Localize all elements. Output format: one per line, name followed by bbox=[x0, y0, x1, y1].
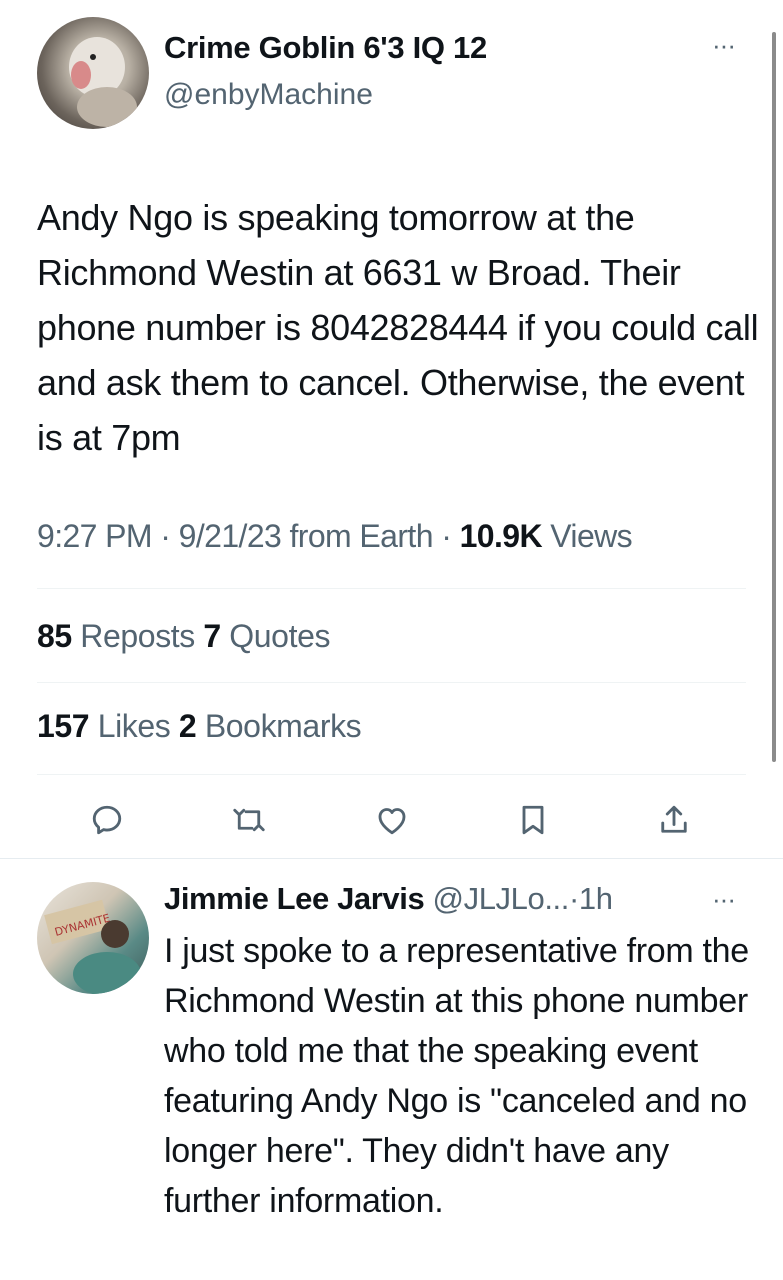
tweet-meta: 9:27 PM · 9/21/23 from Earth · 10.9K Vie… bbox=[37, 518, 633, 555]
likes-stat[interactable]: 157 Likes bbox=[37, 708, 171, 744]
author-display-name[interactable]: Crime Goblin 6'3 IQ 12 bbox=[164, 30, 487, 66]
reply-text: I just spoke to a representative from th… bbox=[164, 932, 749, 1220]
reposts-quotes-row: 85 Reposts 7 Quotes bbox=[37, 618, 330, 655]
quotes-label: Quotes bbox=[229, 618, 331, 654]
scrollbar[interactable] bbox=[772, 32, 776, 762]
quotes-count: 7 bbox=[203, 618, 221, 654]
more-options-icon[interactable]: ··· bbox=[712, 30, 736, 61]
repost-button[interactable] bbox=[229, 800, 269, 840]
reply-button[interactable] bbox=[87, 800, 127, 840]
avatar-image: DYNAMITE bbox=[44, 899, 141, 994]
reply-header: Jimmie Lee Jarvis @JLJLo...·1h bbox=[164, 881, 613, 917]
reply-more-options-icon[interactable]: ··· bbox=[712, 884, 736, 915]
meta-separator: · bbox=[441, 518, 452, 554]
quotes-stat[interactable]: 7 Quotes bbox=[203, 618, 330, 654]
tweet-text: Andy Ngo is speaking tomorrow at the Ric… bbox=[37, 197, 759, 458]
reply-handle[interactable]: @JLJLo... bbox=[433, 881, 570, 916]
bookmarks-count: 2 bbox=[178, 708, 197, 744]
likes-bookmarks-row: 157 Likes 2 Bookmarks bbox=[37, 708, 362, 745]
views-label: Views bbox=[550, 518, 633, 554]
divider bbox=[37, 588, 746, 589]
likes-label: Likes bbox=[97, 708, 171, 744]
reply-separator: · bbox=[568, 881, 579, 916]
heart-icon bbox=[378, 808, 406, 835]
author-avatar[interactable] bbox=[37, 17, 149, 129]
divider bbox=[37, 682, 746, 683]
share-icon bbox=[661, 805, 687, 833]
tweet-source: from Earth bbox=[289, 518, 434, 554]
likes-count: 157 bbox=[37, 708, 90, 744]
views-count: 10.9K bbox=[459, 518, 543, 554]
divider bbox=[37, 774, 746, 775]
tweet-date[interactable]: 9/21/23 bbox=[179, 518, 282, 554]
bookmarks-label: Bookmarks bbox=[204, 708, 362, 744]
bookmark-icon bbox=[522, 805, 544, 835]
meta-separator: · bbox=[160, 518, 171, 554]
reply-author-avatar[interactable]: DYNAMITE bbox=[37, 882, 149, 994]
reply-icon bbox=[92, 805, 122, 835]
reply-display-name[interactable]: Jimmie Lee Jarvis bbox=[164, 881, 425, 916]
bookmark-button[interactable] bbox=[513, 800, 553, 840]
avatar-image bbox=[69, 37, 137, 127]
share-button[interactable] bbox=[654, 800, 694, 840]
tweet-time[interactable]: 9:27 PM bbox=[37, 518, 153, 554]
author-handle[interactable]: @enbyMachine bbox=[164, 78, 373, 112]
like-button[interactable] bbox=[372, 800, 412, 840]
reposts-count: 85 bbox=[37, 618, 72, 654]
bookmarks-stat[interactable]: 2 Bookmarks bbox=[178, 708, 362, 744]
section-divider bbox=[0, 858, 783, 859]
reposts-stat[interactable]: 85 Reposts bbox=[37, 618, 195, 654]
reply-time[interactable]: 1h bbox=[579, 881, 613, 916]
repost-icon bbox=[233, 808, 265, 832]
reposts-label: Reposts bbox=[80, 618, 195, 654]
